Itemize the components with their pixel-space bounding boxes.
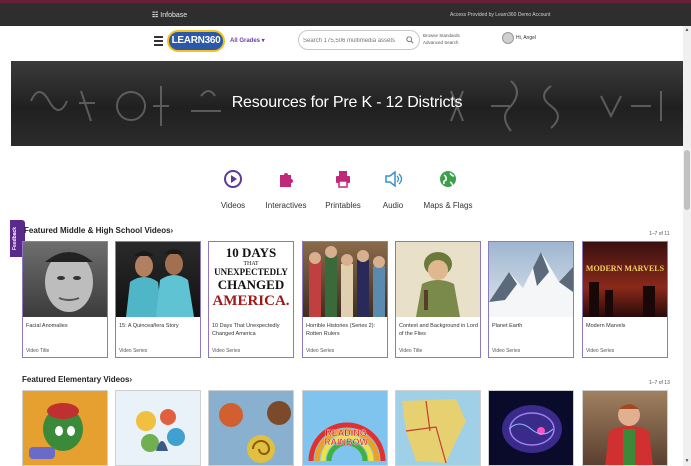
video-thumbnail (396, 242, 480, 317)
top-bar: ☷ Infobase Access Provided by Learn360 De… (0, 0, 691, 26)
video-thumbnail (219, 401, 291, 463)
card-type: Video Series (492, 348, 521, 354)
card-title: Facial Anomalies (26, 323, 68, 329)
play-circle-icon (224, 170, 242, 188)
resource-categories: Videos Interactives Printables Audio Map… (210, 168, 485, 218)
card-type: Video Series (586, 348, 615, 354)
hero-title: Resources for Pre K - 12 Districts (231, 94, 463, 111)
category-label: Videos (220, 201, 246, 210)
card-title: 15: A Quinceañera Story (119, 323, 179, 329)
featured-middle-high-count: 1–7 of 11 (649, 231, 670, 237)
hero-banner: Resources for Pre K - 12 Districts (11, 61, 683, 146)
video-thumbnail (402, 399, 466, 464)
grades-dropdown[interactable]: All Grades ▾ (230, 37, 265, 44)
video-thumbnail (29, 403, 83, 459)
search-input[interactable] (303, 35, 403, 46)
video-card[interactable]: Context and Background in Lord of the Fl… (395, 241, 481, 358)
card-title: Context and Background in Lord of the Fl… (399, 323, 478, 337)
learn360-logo[interactable]: LEARN360 (167, 30, 225, 52)
speaker-icon (385, 170, 403, 188)
scrollbar-thumb[interactable] (684, 150, 690, 210)
video-card[interactable]: Planet Earth Video Series (488, 241, 574, 358)
search-links: Browse Standards Advanced Search (423, 32, 460, 46)
video-card[interactable] (395, 390, 481, 466)
category-label: Interactives (265, 201, 307, 210)
category-label: Maps & Flags (423, 201, 473, 210)
chevron-right-icon: › (170, 226, 174, 235)
video-card[interactable]: 15: A Quinceañera Story Video Series (115, 241, 201, 358)
video-card[interactable] (22, 390, 108, 466)
card-type: Video Series (119, 348, 148, 354)
video-card[interactable]: MODERN MARVELS Modern Marvels Video Seri… (582, 241, 668, 358)
video-card[interactable] (582, 390, 668, 466)
featured-middle-high-title[interactable]: Featured Middle & High School Videos› (24, 226, 173, 235)
category-label: Audio (382, 201, 404, 210)
video-thumbnail: MODERN MARVELS (583, 242, 667, 317)
featured-elementary-title[interactable]: Featured Elementary Videos› (22, 375, 132, 384)
chevron-right-icon: › (129, 375, 133, 384)
card-type: Video Title (26, 348, 50, 354)
feedback-label: Feedback (12, 226, 18, 250)
search-box (298, 30, 420, 50)
video-thumbnail (502, 405, 562, 453)
infobase-label: Infobase (160, 12, 188, 19)
category-videos[interactable]: Videos (203, 168, 263, 218)
puzzle-icon (280, 173, 293, 187)
category-interactives[interactable]: Interactives (256, 168, 316, 218)
video-card[interactable]: 10 DAYS THAT UNEXPECTEDLY CHANGED AMERIC… (208, 241, 294, 358)
card-type: Video Series (212, 348, 241, 354)
video-thumbnail (605, 404, 653, 465)
avatar-icon (502, 32, 514, 44)
card-type: Video Title (399, 348, 423, 354)
card-title: Planet Earth (492, 323, 523, 329)
video-card[interactable] (115, 390, 201, 466)
video-card[interactable]: READING RAINBOW (302, 390, 388, 466)
infobase-logo-icon: ☷ (152, 12, 159, 19)
card-type: Video Series (306, 348, 335, 354)
scroll-down-icon[interactable]: ▼ (684, 458, 690, 464)
video-thumbnail (489, 242, 573, 317)
video-card[interactable] (208, 390, 294, 466)
reading-rainbow-art: READING RAINBOW (324, 428, 368, 447)
video-thumbnail: 10 DAYS THAT UNEXPECTEDLY CHANGED AMERIC… (209, 242, 293, 317)
browse-standards-link[interactable]: Browse Standards (423, 32, 460, 39)
globe-icon (440, 171, 456, 187)
site-header: LEARN360 All Grades ▾ Browse Standards A… (0, 26, 683, 61)
printer-icon (336, 171, 350, 188)
card-title: 10 Days That Unexpectedly Changed Americ… (212, 323, 280, 337)
access-provided-text: Access Provided by Learn360 Demo Account (450, 12, 551, 18)
category-audio[interactable]: Audio (363, 168, 423, 218)
search-icon[interactable] (406, 36, 414, 44)
video-thumbnail (303, 242, 387, 317)
card-title: Horrible Histories (Series 2): Rotten Ru… (306, 323, 376, 337)
video-thumbnail (23, 242, 107, 317)
category-maps-flags[interactable]: Maps & Flags (418, 168, 478, 218)
page-scrollbar[interactable]: ▲ ▼ (683, 26, 691, 466)
video-card[interactable]: Horrible Histories (Series 2): Rotten Ru… (302, 241, 388, 358)
video-thumbnail (136, 409, 185, 452)
advanced-search-link[interactable]: Advanced Search (423, 39, 460, 46)
user-greeting: Hi, Angel (516, 35, 537, 41)
page: ☷ Infobase Access Provided by Learn360 De… (0, 0, 691, 466)
card-title: Modern Marvels (586, 323, 626, 329)
video-card[interactable] (488, 390, 574, 466)
menu-icon[interactable] (154, 36, 163, 46)
scroll-up-icon[interactable]: ▲ (684, 27, 690, 33)
infobase-brand[interactable]: ☷ Infobase (152, 11, 187, 19)
video-card[interactable]: Facial Anomalies Video Title (22, 241, 108, 358)
featured-elementary-count: 1–7 of 13 (649, 380, 670, 386)
video-thumbnail (116, 242, 200, 317)
